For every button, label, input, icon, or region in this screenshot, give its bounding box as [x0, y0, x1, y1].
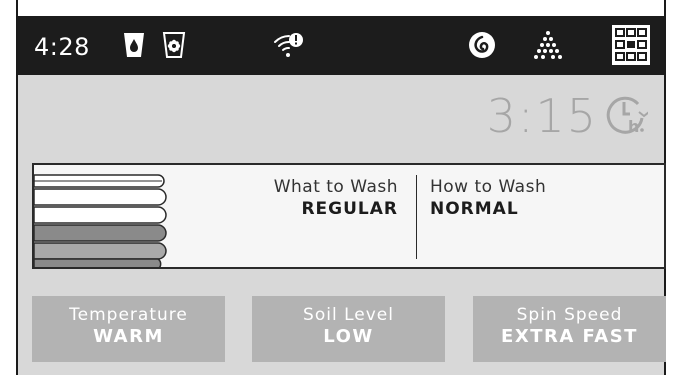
cycle-selector[interactable]: What to Wash REGULAR How to Wash NORMAL — [32, 163, 666, 271]
temperature-button[interactable]: Temperature WARM — [32, 296, 225, 362]
keypad-grid-icon[interactable] — [612, 25, 650, 69]
spin-speed-button[interactable]: Spin Speed EXTRA FAST — [473, 296, 666, 362]
spin-speed-value: EXTRA FAST — [501, 326, 638, 347]
time-remaining: 3:15 — [486, 89, 598, 143]
how-to-wash-label: How to Wash — [430, 177, 547, 197]
what-to-wash[interactable]: What to Wash REGULAR — [274, 177, 398, 219]
cycle-divider — [416, 175, 417, 259]
what-to-wash-value: REGULAR — [301, 199, 398, 219]
what-to-wash-label: What to Wash — [273, 177, 398, 197]
status-bar: 4:28 — [18, 16, 664, 75]
detergent-drop-icon[interactable] — [122, 31, 146, 63]
clock: 4:28 — [34, 33, 90, 61]
temperature-label: Temperature — [69, 305, 188, 325]
wifi-alert-icon[interactable] — [272, 30, 308, 64]
delay-hours-icon[interactable]: h — [604, 92, 650, 140]
softener-flower-icon[interactable] — [162, 31, 186, 63]
soil-level-label: Soil Level — [303, 305, 394, 325]
temperature-value: WARM — [93, 326, 164, 347]
smart-dispense-icon[interactable] — [468, 31, 496, 63]
spin-speed-label: Spin Speed — [516, 305, 623, 325]
washer-display: 4:28 3:15 h What to Wash REGULAR How to … — [16, 0, 666, 375]
soil-level-button[interactable]: Soil Level LOW — [252, 296, 445, 362]
how-to-wash[interactable]: How to Wash NORMAL — [430, 177, 546, 219]
soil-level-value: LOW — [323, 326, 374, 347]
folded-towels-icon — [33, 173, 174, 271]
steam-spray-icon[interactable] — [532, 30, 564, 64]
how-to-wash-value: NORMAL — [430, 199, 519, 219]
top-bezel — [18, 0, 664, 16]
timer-area: 3:15 h — [486, 86, 650, 146]
svg-text:h: h — [628, 117, 639, 136]
